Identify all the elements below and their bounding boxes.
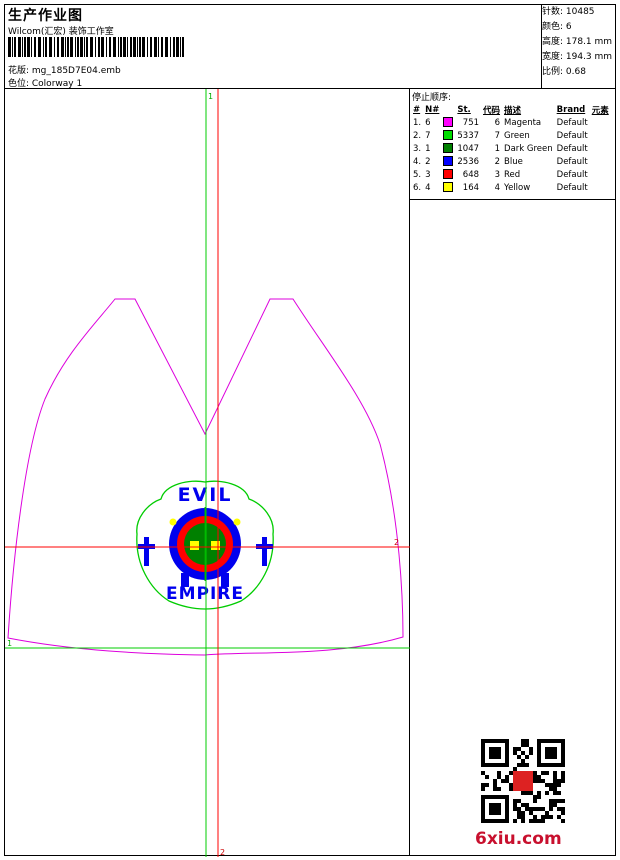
row-element xyxy=(590,129,611,142)
axis-label-v-bottom: 2 xyxy=(220,848,225,857)
row-swatch xyxy=(441,142,455,155)
col-needle: N# xyxy=(425,104,440,115)
row-code: 1 xyxy=(494,143,501,154)
row-stitches: 751 xyxy=(462,117,480,128)
row-needle: 6 xyxy=(425,117,431,128)
stop-sequence-panel: 停止顺序: # N# St. 代码 描述 Brand 元素 1. 6 751 6 Mag… xyxy=(410,89,617,199)
row-swatch xyxy=(441,116,455,129)
row-swatch xyxy=(441,168,455,181)
qr-code-image xyxy=(481,739,565,823)
axis-label-v-top: 1 xyxy=(208,92,213,101)
row-brand: Default xyxy=(556,143,588,154)
row-index: 1. xyxy=(413,117,422,128)
row-index: 4. xyxy=(413,156,422,167)
row-needle: 3 xyxy=(425,169,431,180)
design-file-label: 花版: mg_185D7E04.emb xyxy=(8,66,121,76)
row-stitches: 648 xyxy=(462,169,480,180)
row-code: 7 xyxy=(494,130,501,141)
stats-panel: 针数: 10485 颜色: 6 高度: 178.1 mm 宽度: 194.3 m… xyxy=(542,5,617,85)
axis-label-h-right: 2 xyxy=(394,538,399,547)
row-code: 3 xyxy=(494,169,501,180)
row-index: 2. xyxy=(413,130,422,141)
row-description: Dark Green xyxy=(504,143,553,154)
stop-sequence-title: 停止顺序: xyxy=(412,93,452,103)
row-description: Blue xyxy=(504,156,523,167)
color-swatch xyxy=(443,143,454,154)
design-canvas: EVIL EMPIRE 1 2 1 2 xyxy=(5,89,410,857)
page-title: 生产作业图 xyxy=(8,8,83,24)
row-stitches: 5337 xyxy=(457,130,480,141)
row-brand: Default xyxy=(556,117,588,128)
row-element xyxy=(590,142,611,155)
row-needle: 4 xyxy=(425,182,431,193)
design-height: 高度: 178.1 mm xyxy=(542,37,613,47)
table-row: 4. 2 2536 2 Blue Default xyxy=(411,155,611,168)
row-swatch xyxy=(441,181,455,194)
row-stitches: 1047 xyxy=(457,143,480,154)
company-name: Wilcom(汇宏) 装饰工作室 xyxy=(8,27,114,37)
row-description: Magenta xyxy=(504,117,542,128)
row-brand: Default xyxy=(556,182,588,193)
color-count: 颜色: 6 xyxy=(542,22,572,32)
color-swatch xyxy=(443,117,454,128)
row-brand: Default xyxy=(556,156,588,167)
color-swatch xyxy=(443,169,454,180)
row-description: Yellow xyxy=(504,182,531,193)
row-index: 3. xyxy=(413,143,422,154)
stitch-count: 针数: 10485 xyxy=(542,7,595,17)
color-swatch xyxy=(443,156,454,167)
row-element xyxy=(590,116,611,129)
row-element xyxy=(590,168,611,181)
table-row: 2. 7 5337 7 Green Default xyxy=(411,129,611,142)
row-needle: 1 xyxy=(425,143,431,154)
row-brand: Default xyxy=(556,130,588,141)
col-index: # xyxy=(413,104,421,115)
row-code: 6 xyxy=(494,117,501,128)
col-stitches: St. xyxy=(457,104,471,115)
production-sheet: 生产作业图 Wilcom(汇宏) 装饰工作室 花版: mg_185D7E04.e… xyxy=(4,4,617,857)
table-row: 3. 1 1047 1 Dark Green Default xyxy=(411,142,611,155)
row-needle: 7 xyxy=(425,130,431,141)
color-swatch xyxy=(443,182,454,193)
table-row: 5. 3 648 3 Red Default xyxy=(411,168,611,181)
col-swatch xyxy=(441,103,455,116)
table-header-row: # N# St. 代码 描述 Brand 元素 xyxy=(411,103,611,116)
axis-label-h-left: 1 xyxy=(7,639,12,648)
row-code: 4 xyxy=(494,182,501,193)
col-element: 元素 xyxy=(591,105,609,116)
row-code: 2 xyxy=(494,156,501,167)
row-index: 5. xyxy=(413,169,422,180)
row-description: Green xyxy=(504,130,530,141)
table-row: 1. 6 751 6 Magenta Default xyxy=(411,116,611,129)
col-code: 代码 xyxy=(483,105,501,116)
stop-panel-bottom-border xyxy=(410,199,616,200)
row-element xyxy=(590,155,611,168)
barcode-image xyxy=(8,37,184,57)
watermark-text: 6xiu.com xyxy=(475,829,562,849)
row-stitches: 2536 xyxy=(457,156,480,167)
row-index: 6. xyxy=(413,182,422,193)
design-width: 宽度: 194.3 mm xyxy=(542,52,613,62)
row-needle: 2 xyxy=(425,156,431,167)
row-element xyxy=(590,181,611,194)
table-row: 6. 4 164 4 Yellow Default xyxy=(411,181,611,194)
color-swatch xyxy=(443,130,454,141)
row-stitches: 164 xyxy=(462,182,480,193)
stop-sequence-table: # N# St. 代码 描述 Brand 元素 1. 6 751 6 Magenta De… xyxy=(411,103,611,194)
row-swatch xyxy=(441,155,455,168)
row-swatch xyxy=(441,129,455,142)
row-brand: Default xyxy=(556,169,588,180)
col-description: 描述 xyxy=(504,105,522,116)
row-description: Red xyxy=(504,169,521,180)
empire-text: EMPIRE xyxy=(166,584,244,604)
col-brand: Brand xyxy=(556,104,586,115)
evil-text: EVIL xyxy=(178,484,233,506)
design-scale: 比例: 0.68 xyxy=(542,67,586,77)
